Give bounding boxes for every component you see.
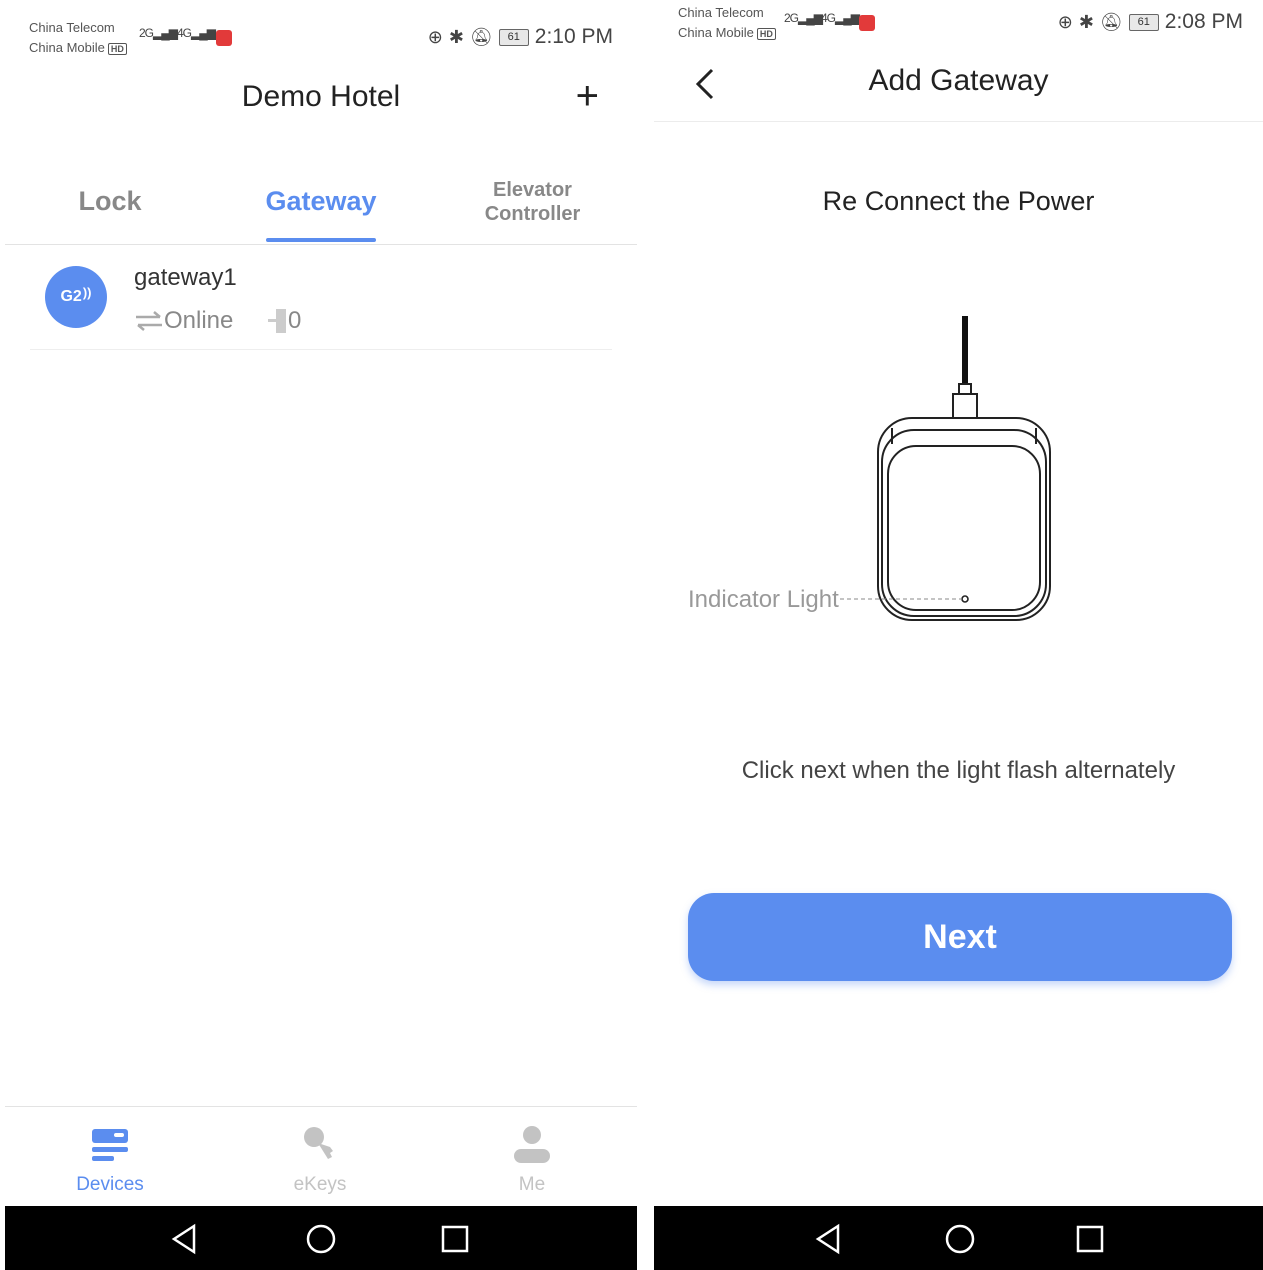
data-saver-icon: ⊕ bbox=[427, 26, 443, 47]
lock-device-icon bbox=[268, 309, 286, 333]
person-icon bbox=[514, 1126, 550, 1163]
hd-badge: HD bbox=[107, 42, 127, 55]
mute-icon: 🔕︎ bbox=[469, 26, 493, 47]
screen-gap bbox=[637, 0, 654, 1270]
carrier-info: China Telecom China Mobile HD bbox=[678, 3, 776, 43]
instruction-text: Click next when the light flash alternat… bbox=[741, 757, 1176, 784]
tab-lock[interactable]: Lock bbox=[45, 186, 175, 217]
bluetooth-icon: ✱ bbox=[448, 26, 464, 47]
hd-badge: HD bbox=[756, 27, 776, 40]
indicator-leader-line bbox=[840, 598, 962, 600]
key-icon bbox=[304, 1127, 333, 1159]
mute-icon: 🔕︎ bbox=[1099, 11, 1123, 32]
carrier-info: China Telecom China Mobile HD bbox=[29, 18, 127, 58]
indicator-light-label: Indicator Light bbox=[688, 586, 839, 613]
sim-icon bbox=[859, 15, 875, 31]
gateway-device-illustration bbox=[877, 316, 1051, 621]
clock: 2:08 PM bbox=[1164, 10, 1243, 33]
tab-elevator-controller[interactable]: Elevator Controller bbox=[465, 178, 600, 226]
carrier-1: China Telecom bbox=[678, 5, 764, 20]
signal-2g-icon: 2G▂▄▆ bbox=[784, 11, 823, 25]
status-bar: China Telecom China Mobile HD 2G▂▄▆ 4G▂▄▆… bbox=[5, 0, 637, 56]
sim-icon bbox=[216, 30, 232, 46]
signal-4g-icon: 4G▂▄▆ bbox=[821, 11, 860, 25]
gateway-name: gateway1 bbox=[134, 264, 237, 291]
back-triangle-icon[interactable] bbox=[168, 1222, 202, 1256]
add-gateway-screen: China Telecom China Mobile HD 2G▂▄▆ 4G▂▄▆… bbox=[654, 0, 1263, 1270]
back-triangle-icon[interactable] bbox=[812, 1222, 846, 1256]
home-circle-icon[interactable] bbox=[943, 1222, 977, 1256]
next-button[interactable]: Next bbox=[688, 893, 1232, 981]
page-title: Demo Hotel bbox=[241, 80, 401, 113]
battery-icon: 61 bbox=[498, 28, 529, 46]
active-tab-indicator bbox=[266, 238, 376, 242]
nav-ekeys[interactable]: eKeys bbox=[260, 1125, 380, 1196]
status-bar: China Telecom China Mobile HD 2G▂▄▆ 4G▂▄▆… bbox=[654, 0, 1263, 56]
status-right: ⊕ ✱ 🔕︎ 61 2:08 PM bbox=[1058, 10, 1243, 34]
recents-square-icon[interactable] bbox=[1073, 1222, 1107, 1256]
system-navigation-bar bbox=[654, 1206, 1263, 1270]
devices-screen: China Telecom China Mobile HD 2G▂▄▆ 4G▂▄▆… bbox=[5, 0, 637, 1270]
nav-me[interactable]: Me bbox=[472, 1125, 592, 1196]
header-divider bbox=[654, 121, 1263, 122]
transfer-icon bbox=[136, 311, 162, 331]
gateway-g2-icon: G2)) bbox=[45, 266, 107, 328]
system-navigation-bar bbox=[5, 1206, 637, 1270]
clock: 2:10 PM bbox=[534, 25, 613, 48]
carrier-2: China Mobile bbox=[678, 25, 754, 40]
signal-2g-icon: 2G▂▄▆ bbox=[139, 26, 178, 40]
bottom-navigation: Devices eKeys Me bbox=[5, 1106, 637, 1207]
device-tabs: Lock Gateway Elevator Controller bbox=[5, 170, 637, 245]
gateway-list-item[interactable]: G2)) gateway1 Online 0 bbox=[30, 255, 612, 350]
data-saver-icon: ⊕ bbox=[1057, 11, 1073, 32]
status-right: ⊕ ✱ 🔕︎ 61 2:10 PM bbox=[428, 25, 613, 49]
carrier-2: China Mobile bbox=[29, 40, 105, 55]
signal-4g-icon: 4G▂▄▆ bbox=[177, 26, 216, 40]
plus-icon[interactable]: + bbox=[576, 76, 599, 116]
bluetooth-icon: ✱ bbox=[1078, 11, 1094, 32]
tab-gateway[interactable]: Gateway bbox=[256, 186, 386, 217]
nav-devices[interactable]: Devices bbox=[50, 1125, 170, 1196]
page-title: Add Gateway bbox=[868, 64, 1049, 97]
step-title: Re Connect the Power bbox=[822, 186, 1095, 216]
devices-icon bbox=[92, 1129, 128, 1161]
recents-square-icon[interactable] bbox=[438, 1222, 472, 1256]
battery-icon: 61 bbox=[1128, 13, 1159, 31]
home-circle-icon[interactable] bbox=[304, 1222, 338, 1256]
carrier-1: China Telecom bbox=[29, 20, 115, 35]
lock-count: 0 bbox=[266, 307, 301, 335]
gateway-status: Online bbox=[134, 307, 233, 335]
